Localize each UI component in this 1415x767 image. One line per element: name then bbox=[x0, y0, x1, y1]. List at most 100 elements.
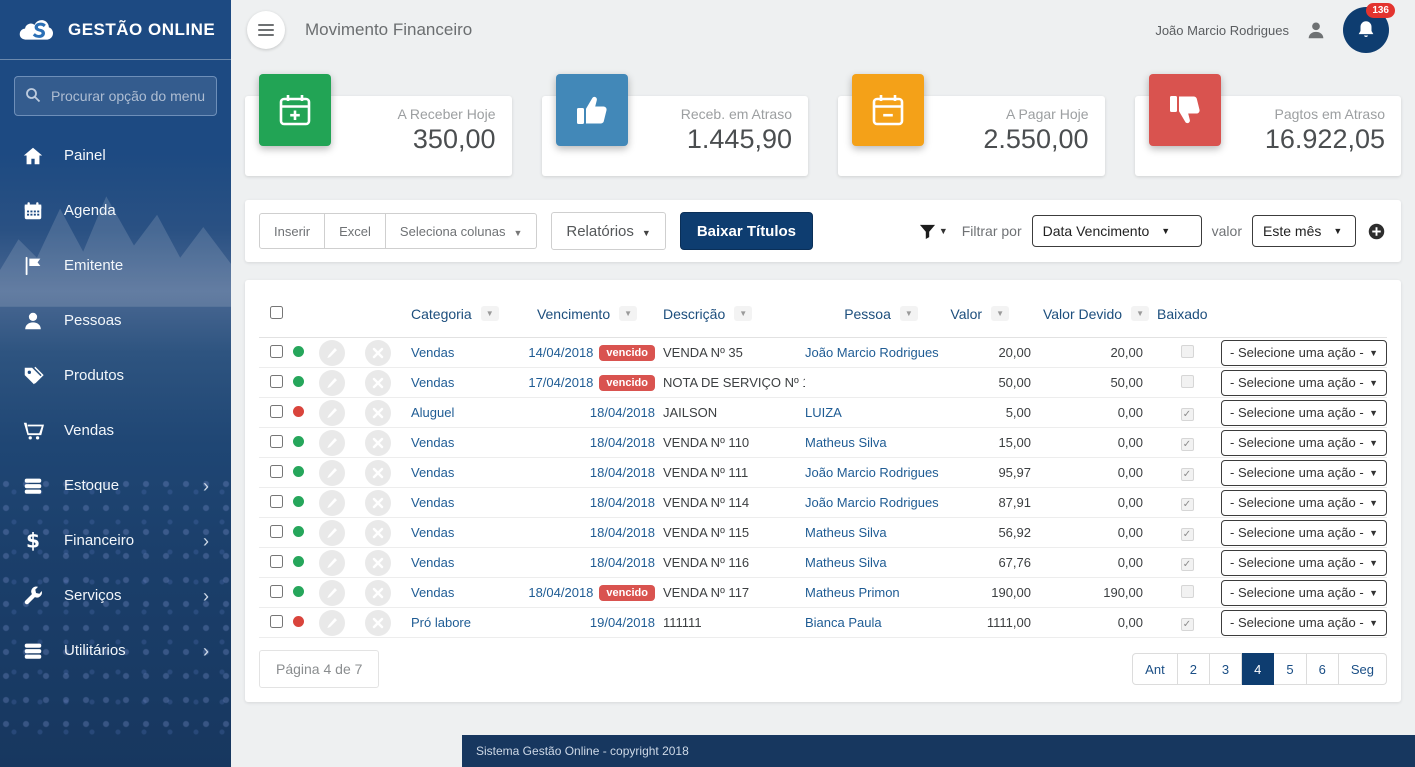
edit-button[interactable] bbox=[319, 430, 345, 456]
excel-button[interactable]: Excel bbox=[325, 213, 386, 249]
pessoa-link[interactable]: Matheus Silva bbox=[805, 435, 887, 450]
edit-button[interactable] bbox=[319, 460, 345, 486]
table-row: Vendas18/04/2018VENDA Nº 110Matheus Silv… bbox=[259, 428, 1387, 458]
row-checkbox[interactable] bbox=[270, 345, 283, 358]
categoria-link[interactable]: Vendas bbox=[411, 345, 454, 360]
edit-button[interactable] bbox=[319, 580, 345, 606]
categoria-link[interactable]: Vendas bbox=[411, 495, 454, 510]
sidebar-item-emitente[interactable]: Emitente bbox=[0, 238, 231, 293]
sort-caret-icon[interactable]: ▼ bbox=[991, 306, 1009, 321]
row-checkbox[interactable] bbox=[270, 465, 283, 478]
categoria-link[interactable]: Vendas bbox=[411, 465, 454, 480]
row-checkbox[interactable] bbox=[270, 585, 283, 598]
sidebar-item-financeiro[interactable]: $Financeiro› bbox=[0, 513, 231, 568]
row-checkbox[interactable] bbox=[270, 495, 283, 508]
row-action-select[interactable]: - Selecione uma ação -▼ bbox=[1221, 490, 1387, 516]
row-checkbox[interactable] bbox=[270, 435, 283, 448]
pessoa-link[interactable]: LUIZA bbox=[805, 405, 842, 420]
sidebar-item-agenda[interactable]: Agenda bbox=[0, 183, 231, 238]
row-checkbox[interactable] bbox=[270, 375, 283, 388]
sidebar-item-vendas[interactable]: Vendas bbox=[0, 403, 231, 458]
row-action-select[interactable]: - Selecione uma ação -▼ bbox=[1221, 340, 1387, 366]
row-action-select[interactable]: - Selecione uma ação -▼ bbox=[1221, 520, 1387, 546]
sidebar-item-utilitarios[interactable]: Utilitários› bbox=[0, 623, 231, 678]
row-action-select[interactable]: - Selecione uma ação -▼ bbox=[1221, 370, 1387, 396]
edit-button[interactable] bbox=[319, 400, 345, 426]
row-checkbox[interactable] bbox=[270, 555, 283, 568]
dollar-icon: $ bbox=[22, 530, 44, 552]
sort-caret-icon[interactable]: ▼ bbox=[481, 306, 499, 321]
notifications-button[interactable]: 136 bbox=[1343, 7, 1389, 53]
valor-devido-text: 0,00 bbox=[1035, 525, 1157, 540]
edit-button[interactable] bbox=[319, 490, 345, 516]
edit-button[interactable] bbox=[319, 610, 345, 636]
user-icon[interactable] bbox=[1305, 19, 1327, 41]
delete-button[interactable] bbox=[365, 520, 391, 546]
relatorios-button[interactable]: Relatórios▼ bbox=[551, 212, 665, 250]
pessoa-link[interactable]: Matheus Silva bbox=[805, 525, 887, 540]
select-all-checkbox[interactable] bbox=[270, 306, 283, 319]
sort-caret-icon[interactable]: ▼ bbox=[900, 306, 918, 321]
filter-field-select[interactable]: Data Vencimento ▼ bbox=[1032, 215, 1202, 247]
filter-period-select[interactable]: Este mês ▼ bbox=[1252, 215, 1356, 247]
seleciona-colunas-button[interactable]: Seleciona colunas▼ bbox=[386, 213, 537, 249]
row-action-select[interactable]: - Selecione uma ação -▼ bbox=[1221, 610, 1387, 636]
filter-menu-button[interactable]: ▼ bbox=[915, 219, 952, 244]
delete-button[interactable] bbox=[365, 340, 391, 366]
pessoa-link[interactable]: Matheus Silva bbox=[805, 555, 887, 570]
row-action-select[interactable]: - Selecione uma ação -▼ bbox=[1221, 430, 1387, 456]
delete-button[interactable] bbox=[365, 430, 391, 456]
delete-button[interactable] bbox=[365, 580, 391, 606]
page-button-6[interactable]: 6 bbox=[1307, 653, 1339, 685]
sidebar-item-estoque[interactable]: Estoque› bbox=[0, 458, 231, 513]
sort-caret-icon[interactable]: ▼ bbox=[1131, 306, 1149, 321]
delete-button[interactable] bbox=[365, 400, 391, 426]
categoria-link[interactable]: Vendas bbox=[411, 525, 454, 540]
categoria-link[interactable]: Vendas bbox=[411, 435, 454, 450]
page-button-ant[interactable]: Ant bbox=[1132, 653, 1178, 685]
page-button-5[interactable]: 5 bbox=[1274, 653, 1306, 685]
sidebar-item-servicos[interactable]: Serviços› bbox=[0, 568, 231, 623]
row-checkbox[interactable] bbox=[270, 615, 283, 628]
sidebar-item-pessoas[interactable]: Pessoas bbox=[0, 293, 231, 348]
pessoa-link[interactable]: João Marcio Rodrigues bbox=[805, 345, 939, 360]
inserir-button[interactable]: Inserir bbox=[259, 213, 325, 249]
add-filter-button[interactable] bbox=[1366, 221, 1387, 242]
menu-toggle-button[interactable] bbox=[247, 11, 285, 49]
pessoa-link[interactable]: Matheus Primon bbox=[805, 585, 900, 600]
delete-button[interactable] bbox=[365, 370, 391, 396]
categoria-link[interactable]: Aluguel bbox=[411, 405, 454, 420]
sort-caret-icon[interactable]: ▼ bbox=[619, 306, 637, 321]
page-button-4[interactable]: 4 bbox=[1242, 653, 1274, 685]
delete-button[interactable] bbox=[365, 610, 391, 636]
sidebar-item-painel[interactable]: Painel bbox=[0, 128, 231, 183]
pessoa-link[interactable]: Bianca Paula bbox=[805, 615, 882, 630]
categoria-link[interactable]: Vendas bbox=[411, 375, 454, 390]
edit-button[interactable] bbox=[319, 340, 345, 366]
row-action-select[interactable]: - Selecione uma ação -▼ bbox=[1221, 550, 1387, 576]
edit-button[interactable] bbox=[319, 550, 345, 576]
categoria-link[interactable]: Pró labore bbox=[411, 615, 471, 630]
pessoa-link[interactable]: João Marcio Rodrigues bbox=[805, 465, 939, 480]
delete-button[interactable] bbox=[365, 490, 391, 516]
sidebar-item-produtos[interactable]: Produtos bbox=[0, 348, 231, 403]
edit-button[interactable] bbox=[319, 520, 345, 546]
menu-search-input[interactable] bbox=[14, 76, 217, 116]
row-action-select[interactable]: - Selecione uma ação -▼ bbox=[1221, 460, 1387, 486]
row-action-select[interactable]: - Selecione uma ação -▼ bbox=[1221, 400, 1387, 426]
sort-caret-icon[interactable]: ▼ bbox=[734, 306, 752, 321]
page-button-3[interactable]: 3 bbox=[1210, 653, 1242, 685]
row-action-select[interactable]: - Selecione uma ação -▼ bbox=[1221, 580, 1387, 606]
delete-button[interactable] bbox=[365, 460, 391, 486]
page-button-seg[interactable]: Seg bbox=[1339, 653, 1387, 685]
row-checkbox[interactable] bbox=[270, 405, 283, 418]
page-button-2[interactable]: 2 bbox=[1178, 653, 1210, 685]
pessoa-link[interactable]: João Marcio Rodrigues bbox=[805, 495, 939, 510]
row-checkbox[interactable] bbox=[270, 525, 283, 538]
edit-button[interactable] bbox=[319, 370, 345, 396]
column-header-pessoa: Pessoa▼ bbox=[805, 306, 957, 322]
delete-button[interactable] bbox=[365, 550, 391, 576]
categoria-link[interactable]: Vendas bbox=[411, 555, 454, 570]
categoria-link[interactable]: Vendas bbox=[411, 585, 454, 600]
baixar-titulos-button[interactable]: Baixar Títulos bbox=[680, 212, 813, 250]
